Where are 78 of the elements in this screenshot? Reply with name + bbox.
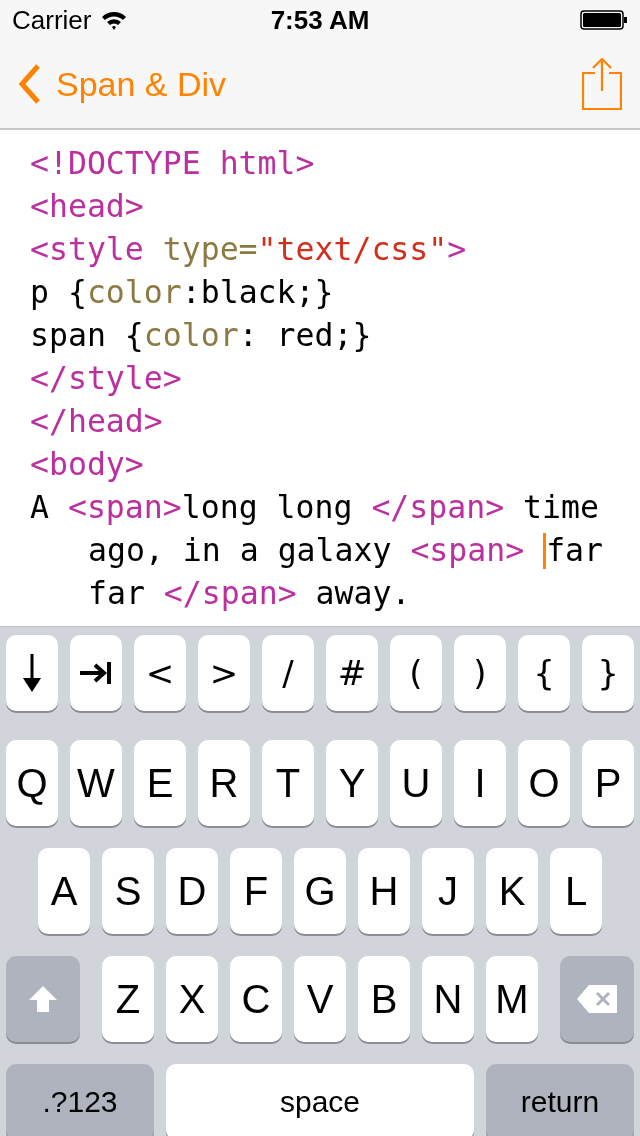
code-text: </span> [163,574,297,613]
letter-key[interactable]: U [390,740,442,826]
letter-key[interactable]: F [230,848,282,934]
space-bar[interactable]: space [166,1064,474,1136]
shift-arrow-icon [28,985,58,1013]
letter-key[interactable]: R [198,740,250,826]
code-text: : red;} [238,316,372,355]
letter-key[interactable]: M [486,956,538,1042]
code-text: <style [30,230,145,269]
down-arrow-key[interactable] [6,635,58,711]
letter-key[interactable]: E [134,740,186,826]
down-arrow-icon [21,654,43,692]
shift-key[interactable] [6,956,80,1042]
battery-icon [580,10,628,30]
symbol-key[interactable]: ( [390,635,442,711]
letter-key[interactable]: L [550,848,602,934]
letter-key[interactable]: Z [102,956,154,1042]
letter-key[interactable]: A [38,848,90,934]
code-text: color [86,273,182,312]
code-text: </head> [30,402,163,441]
clock-time: 7:53 AM [270,4,370,36]
code-text: <span> [67,488,182,527]
letter-key[interactable]: C [230,956,282,1042]
letter-key[interactable]: W [70,740,122,826]
code-text: ago, in a galaxy [88,531,393,570]
code-text: </style> [30,359,182,398]
letter-key[interactable]: Q [6,740,58,826]
backspace-icon [577,985,617,1013]
code-text: </span> [371,488,505,527]
code-text: far [546,531,604,570]
code-text: color [143,316,239,355]
letter-key[interactable]: P [582,740,634,826]
code-text: far [88,574,146,613]
tab-icon [80,662,112,684]
carrier-label: Carrier [12,4,92,36]
letter-key[interactable]: D [166,848,218,934]
letter-key[interactable]: Y [326,740,378,826]
letter-key[interactable]: V [294,956,346,1042]
code-text: A [30,488,50,527]
code-text: long long [181,488,354,527]
return-key[interactable]: return [486,1064,634,1136]
letter-key[interactable]: T [262,740,314,826]
chevron-left-icon [18,64,42,104]
letter-key[interactable]: K [486,848,538,934]
letter-key[interactable]: N [422,956,474,1042]
symbol-key[interactable]: { [518,635,570,711]
code-text: :black;} [181,273,334,312]
letter-key[interactable]: S [102,848,154,934]
code-text: > [447,230,467,269]
letter-key[interactable]: I [454,740,506,826]
symbol-key[interactable]: ) [454,635,506,711]
letter-key[interactable]: G [294,848,346,934]
share-icon[interactable] [582,58,622,110]
wifi-icon [101,10,128,30]
delete-key[interactable] [560,956,634,1042]
letter-key[interactable]: O [518,740,570,826]
tab-key[interactable] [70,635,122,711]
code-text: span { [30,316,144,355]
letter-key[interactable]: J [422,848,474,934]
symbol-key[interactable]: > [198,635,250,711]
code-text: away. [314,574,411,613]
code-text: <span> [410,531,525,570]
symbol-key[interactable]: } [582,635,634,711]
text-cursor [543,532,547,569]
symbol-key[interactable]: < [134,635,186,711]
code-text: <!DOCTYPE html> [30,144,315,183]
letter-key[interactable]: B [358,956,410,1042]
letter-key[interactable]: H [358,848,410,934]
code-text: p { [30,273,87,312]
code-text: <head> [30,187,144,226]
symbol-key[interactable]: / [262,635,314,711]
numbers-key[interactable]: .?123 [6,1064,154,1136]
code-text: "text/css" [257,230,448,269]
code-text: type= [162,230,258,269]
symbol-key[interactable]: # [326,635,378,711]
letter-key[interactable]: X [166,956,218,1042]
code-text: time [522,488,599,527]
code-text: <body> [30,445,144,484]
